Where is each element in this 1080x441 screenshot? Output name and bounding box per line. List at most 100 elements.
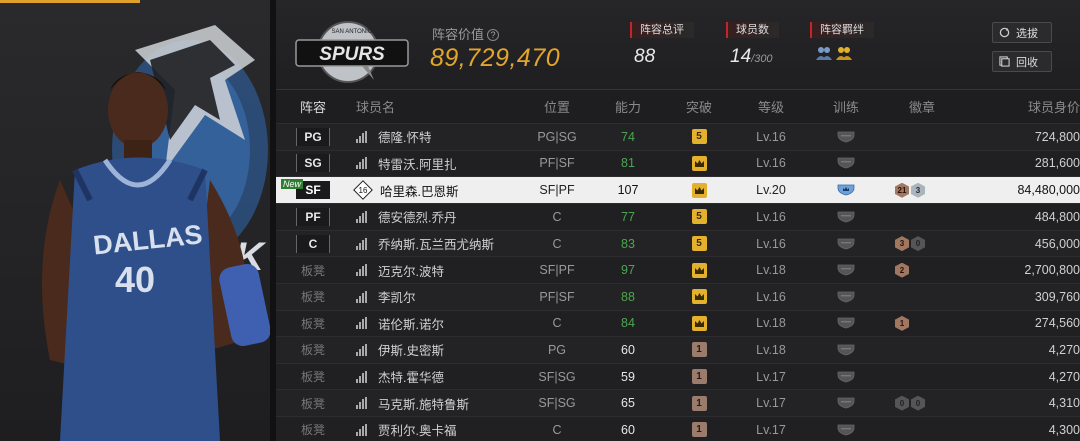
table-row[interactable]: SG 特雷沃.阿里扎 PF|SF 81 Lv.16 281,600	[276, 150, 1080, 178]
col-price[interactable]: 球员身价	[976, 97, 1080, 116]
table-row[interactable]: 板凳 马克斯.施特鲁斯 SF|SG 65 1 Lv.17 00 4,310	[276, 390, 1080, 417]
table-row[interactable]: 板凳 迈克尔.波特 SF|PF 97 Lv.18 2 2,700,800	[276, 257, 1080, 284]
lineup-slot[interactable]: New SF	[276, 179, 350, 200]
player-training[interactable]	[811, 344, 881, 356]
player-price: 309,760	[1034, 289, 1080, 304]
player-name-cell[interactable]: 迈克尔.波特	[350, 261, 525, 280]
lineup-slot[interactable]: 板凳	[276, 288, 350, 305]
player-name-cell[interactable]: 诺伦斯.诺尔	[350, 314, 525, 333]
player-training[interactable]	[811, 424, 881, 436]
training-shield-icon[interactable]	[837, 344, 855, 356]
table-row[interactable]: C 乔纳斯.瓦兰西尤纳斯 C 83 5 Lv.16 30 456,000	[276, 230, 1080, 258]
player-training[interactable]	[811, 397, 881, 409]
player-name-cell[interactable]: 贾利尔.奥卡福	[350, 420, 525, 439]
help-icon[interactable]: ?	[487, 29, 500, 41]
col-position[interactable]: 位置	[525, 97, 589, 116]
player-training[interactable]	[811, 211, 881, 223]
select-button[interactable]: 选拔	[992, 22, 1052, 43]
player-level: Lv.17	[756, 422, 786, 437]
table-row[interactable]: 板凳 诺伦斯.诺尔 C 84 Lv.18 1 274,560	[276, 310, 1080, 338]
badge-icon[interactable]: 3	[911, 182, 925, 198]
player-training[interactable]	[811, 317, 881, 329]
player-training[interactable]	[811, 184, 881, 196]
lineup-slot[interactable]: C	[276, 234, 350, 253]
player-level: Lv.18	[756, 316, 786, 331]
player-position: PF|SF	[539, 156, 575, 171]
badge-icon[interactable]: 21	[895, 182, 909, 198]
lineup-slot[interactable]: PG	[276, 127, 350, 146]
player-name-cell[interactable]: 李凯尔	[350, 287, 525, 306]
player-name-cell[interactable]: 16 哈里森.巴恩斯	[350, 180, 525, 201]
training-shield-icon[interactable]	[837, 371, 855, 383]
lineup-slot[interactable]: 板凳	[276, 421, 350, 438]
breakthrough-badge: 1	[691, 342, 707, 358]
badge-icon[interactable]: 2	[895, 262, 909, 278]
col-level[interactable]: 等级	[731, 97, 811, 116]
player-name-cell[interactable]: 特雷沃.阿里扎	[350, 154, 525, 173]
player-name-cell[interactable]: 德安德烈.乔丹	[350, 207, 525, 226]
lineup-slot[interactable]: 板凳	[276, 315, 350, 332]
training-shield-icon[interactable]	[837, 211, 855, 223]
training-shield-icon[interactable]	[837, 264, 855, 276]
slot-position: PF	[296, 207, 330, 226]
player-name-cell[interactable]: 伊斯.史密斯	[350, 340, 525, 359]
table-row[interactable]: PG 德隆.怀特 PG|SG 74 5 Lv.16 724,800	[276, 124, 1080, 151]
synergy-people-icon[interactable]	[816, 46, 832, 60]
badge-icon[interactable]: 1	[895, 315, 909, 331]
lineup-slot[interactable]: 板凳	[276, 395, 350, 412]
synergy-icons[interactable]	[816, 46, 874, 60]
training-shield-icon[interactable]	[837, 157, 855, 169]
col-breakthrough[interactable]: 突破	[667, 97, 731, 116]
player-price: 4,270	[1048, 369, 1080, 384]
player-overall: 97	[621, 263, 635, 278]
col-lineup[interactable]: 阵容	[276, 97, 350, 116]
player-training[interactable]	[811, 131, 881, 143]
table-row[interactable]: 板凳 李凯尔 PF|SF 88 Lv.16 309,760	[276, 283, 1080, 311]
table-row[interactable]: New SF 16 哈里森.巴恩斯 SF|PF 107 Lv.20 21 3 84,…	[276, 177, 1080, 205]
lineup-slot[interactable]: 板凳	[276, 341, 350, 358]
signal-icon	[356, 237, 368, 250]
player-training[interactable]	[811, 264, 881, 276]
lineup-slot[interactable]: SG	[276, 154, 350, 173]
synergy-gold-people-icon[interactable]	[836, 46, 852, 60]
player-training[interactable]	[811, 157, 881, 169]
bench-label: 板凳	[300, 290, 325, 305]
lineup-slot[interactable]: 板凳	[276, 262, 350, 279]
badge-icon[interactable]: 3	[895, 236, 909, 252]
table-body: PG 德隆.怀特 PG|SG 74 5 Lv.16 724,800 SG 特雷沃…	[276, 124, 1080, 441]
badge-icon[interactable]: 0	[895, 395, 909, 411]
lineup-slot[interactable]: 板凳	[276, 368, 350, 385]
badge-icon[interactable]: 0	[911, 236, 925, 252]
player-name-cell[interactable]: 德隆.怀特	[350, 127, 525, 146]
table-row[interactable]: 板凳 杰特.霍华德 SF|SG 59 1 Lv.17 4,270	[276, 363, 1080, 391]
recycle-button[interactable]: 回收	[992, 51, 1052, 72]
synergy-stat: 阵容羁绊	[810, 22, 874, 60]
player-name-cell[interactable]: 马克斯.施特鲁斯	[350, 394, 525, 413]
player-training[interactable]	[811, 291, 881, 303]
player-name-cell[interactable]: 乔纳斯.瓦兰西尤纳斯	[350, 234, 525, 253]
player-number-icon: 16	[353, 180, 373, 201]
training-shield-icon[interactable]	[837, 317, 855, 329]
table-row[interactable]: 板凳 贾利尔.奥卡福 C 60 1 Lv.17 4,300	[276, 416, 1080, 441]
player-level: Lv.16	[756, 236, 786, 251]
col-name[interactable]: 球员名	[350, 97, 525, 116]
col-overall[interactable]: 能力	[589, 97, 667, 116]
training-shield-icon[interactable]	[837, 131, 855, 143]
player-name-cell[interactable]: 杰特.霍华德	[350, 367, 525, 386]
table-row[interactable]: PF 德安德烈.乔丹 C 77 5 Lv.16 484,800	[276, 204, 1080, 231]
col-badges[interactable]: 徽章	[881, 97, 976, 116]
bench-label: 板凳	[300, 423, 325, 438]
col-training[interactable]: 训练	[811, 97, 881, 116]
badge-icon[interactable]: 0	[911, 395, 925, 411]
training-shield-icon[interactable]	[837, 424, 855, 436]
player-training[interactable]	[811, 371, 881, 383]
player-training[interactable]	[811, 238, 881, 250]
table-row[interactable]: 板凳 伊斯.史密斯 PG 60 1 Lv.18 4,270	[276, 337, 1080, 364]
signal-icon	[356, 317, 368, 330]
training-shield-icon[interactable]	[837, 238, 855, 250]
training-shield-icon[interactable]	[837, 184, 855, 196]
lineup-slot[interactable]: PF	[276, 207, 350, 226]
training-shield-icon[interactable]	[837, 291, 855, 303]
player-position: SF|PF	[539, 263, 575, 278]
training-shield-icon[interactable]	[837, 397, 855, 409]
